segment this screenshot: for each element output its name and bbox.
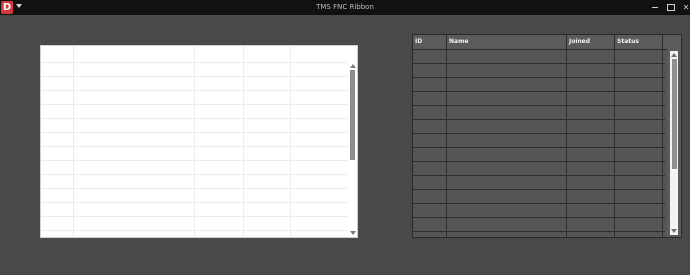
- column-header-id[interactable]: ID: [413, 35, 447, 49]
- grid-column-divider: [243, 46, 244, 237]
- grid-row-divider: [413, 77, 665, 78]
- title-bar: D TMS FNC Ribbon ✕: [0, 0, 690, 15]
- left-grid-scrollbar[interactable]: [348, 46, 357, 237]
- column-header-joined[interactable]: Joined: [567, 35, 614, 49]
- scroll-down-icon[interactable]: [671, 229, 677, 233]
- column-header-name[interactable]: Name: [447, 35, 566, 49]
- grid-row-divider: [413, 91, 665, 92]
- minimize-icon: [652, 7, 658, 8]
- grid-column-divider: [446, 35, 447, 237]
- right-grid-scrollbar[interactable]: [667, 49, 681, 237]
- left-grid[interactable]: [40, 45, 358, 238]
- grid-row-divider: [41, 90, 349, 91]
- grid-column-divider: [566, 35, 567, 237]
- grid-row-divider: [413, 203, 665, 204]
- scrollbar-thumb[interactable]: [350, 70, 355, 160]
- grid-row-divider: [41, 160, 349, 161]
- scrollbar-track[interactable]: [670, 51, 678, 235]
- grid-row-divider: [41, 76, 349, 77]
- grid-row-divider: [413, 175, 665, 176]
- grid-column-divider: [73, 46, 74, 237]
- column-header-status[interactable]: Status: [615, 35, 662, 49]
- grid-row-divider: [413, 217, 665, 218]
- grid-row-divider: [41, 62, 349, 63]
- minimize-button[interactable]: [648, 0, 662, 15]
- right-grid[interactable]: ID Name Joined Status: [412, 34, 682, 238]
- grid-row-divider: [413, 231, 665, 232]
- grid-row-divider: [41, 202, 349, 203]
- grid-row-divider: [41, 188, 349, 189]
- maximize-icon: [667, 4, 675, 11]
- window-title: TMS FNC Ribbon: [316, 3, 374, 11]
- grid-row-divider: [413, 63, 665, 64]
- scroll-down-icon[interactable]: [350, 231, 356, 235]
- grid-row-divider: [413, 105, 665, 106]
- grid-row-divider: [41, 174, 349, 175]
- grid-row-divider: [413, 189, 665, 190]
- grid-row-divider: [41, 216, 349, 217]
- grid-row-divider: [41, 230, 349, 231]
- maximize-button[interactable]: [664, 0, 678, 15]
- grid-column-divider: [614, 35, 615, 237]
- grid-row-divider: [413, 119, 665, 120]
- scrollbar-thumb[interactable]: [672, 59, 677, 169]
- grid-header: ID Name Joined Status: [413, 35, 681, 50]
- scroll-up-icon[interactable]: [350, 64, 356, 68]
- grid-row-divider: [41, 146, 349, 147]
- grid-row-divider: [413, 133, 665, 134]
- grid-row-divider: [413, 161, 665, 162]
- grid-column-divider: [662, 35, 663, 237]
- grid-column-divider: [194, 46, 195, 237]
- grid-row-divider: [413, 147, 665, 148]
- grid-row-divider: [41, 118, 349, 119]
- scroll-up-icon[interactable]: [671, 53, 677, 57]
- close-button[interactable]: ✕: [679, 0, 690, 15]
- grid-row-divider: [41, 104, 349, 105]
- grid-row-divider: [41, 132, 349, 133]
- grid-column-divider: [290, 46, 291, 237]
- close-icon: ✕: [682, 3, 690, 12]
